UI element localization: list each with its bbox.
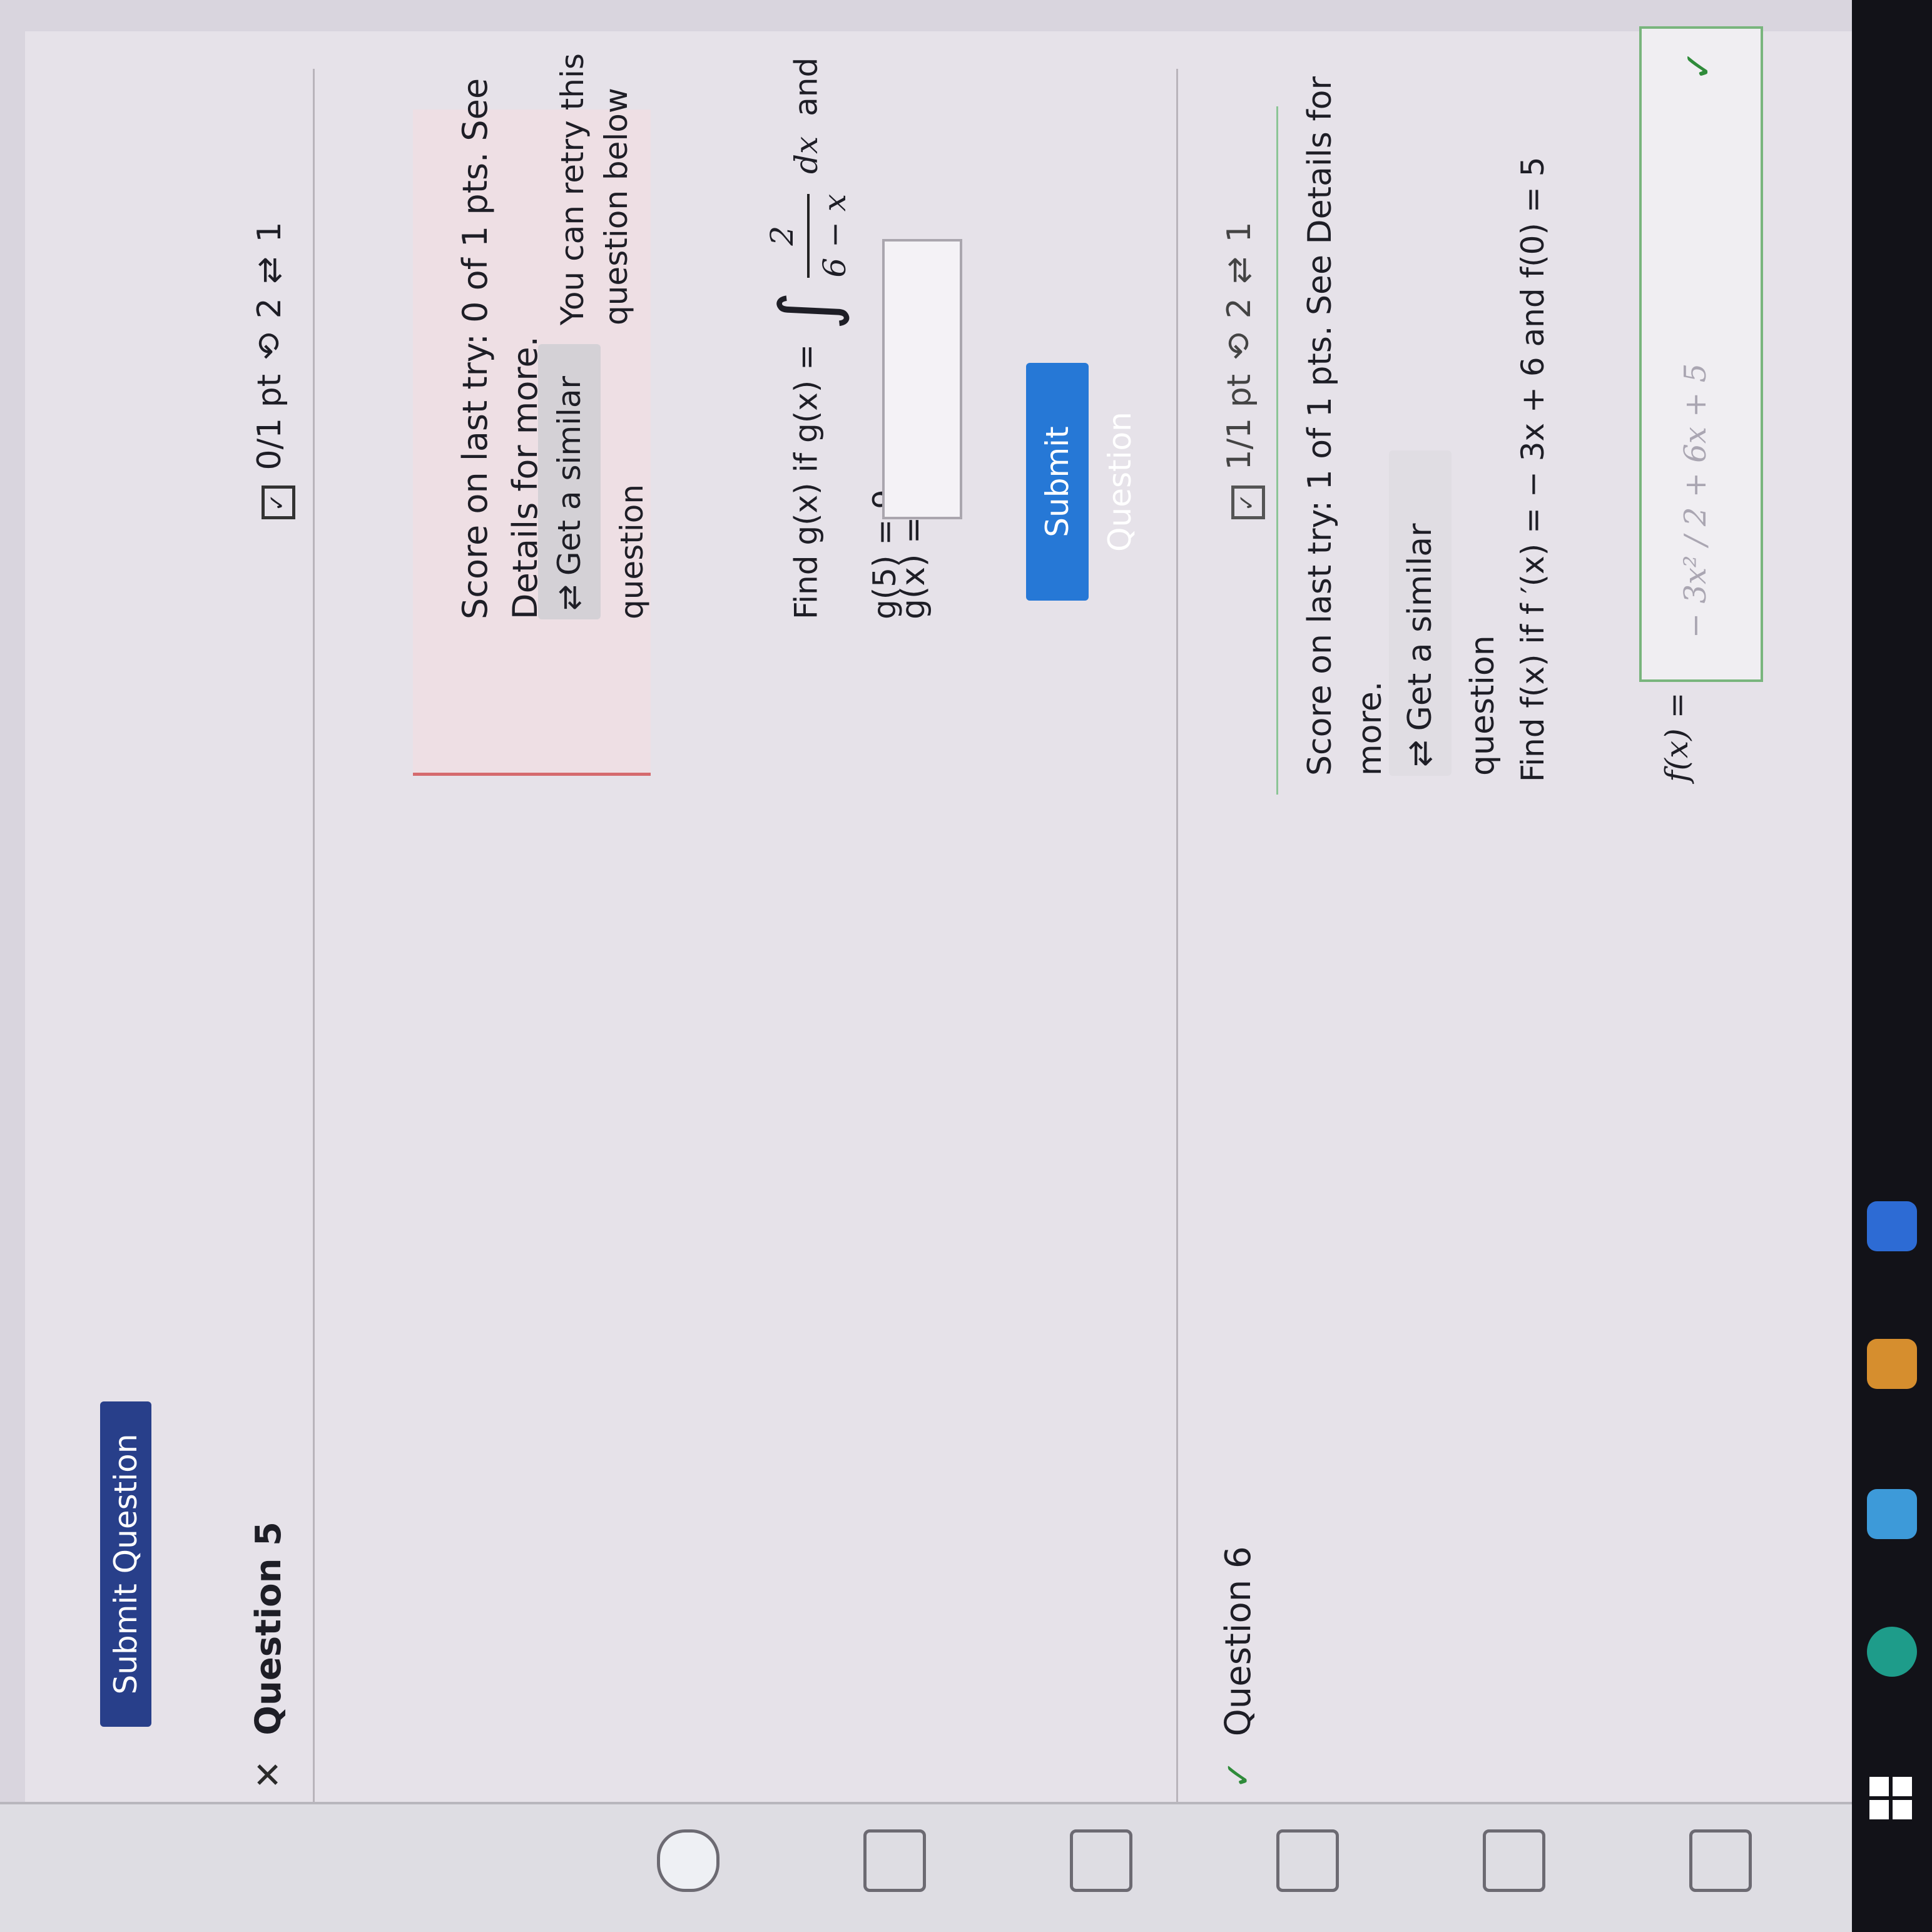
edit-icon[interactable] [1689, 1829, 1752, 1892]
question6-answer-label: f(x) = [1659, 692, 1695, 782]
question6-retries: 2 [1221, 298, 1258, 319]
divider [1176, 69, 1178, 1883]
similar-icon: ⇄ [1401, 740, 1439, 767]
question6-similar-label: Get a similar question [1401, 523, 1502, 776]
taskbar [1852, 0, 1932, 1932]
integral-sign: ∫ [765, 291, 852, 330]
calendar-icon[interactable] [863, 1829, 926, 1892]
check-box-icon: ✓ [262, 486, 295, 519]
question6-header: ✓ Question 6 ✓ 1/1 pt ⟲ 2 ⇄ 1 [1214, 38, 1265, 1789]
dx-label: dx [788, 136, 825, 174]
fraction-numerator: 2 [764, 225, 800, 246]
submit-question-button[interactable]: Submit Question [1026, 363, 1138, 601]
submit-question-button-top[interactable]: Submit Question [100, 1401, 151, 1727]
monitor-screen: Submit Question × ✕ Question 5 ✓ 0/1 pt … [0, 0, 1932, 1932]
question6-similar-count: 1 [1221, 221, 1258, 243]
question5-retries: 2 [251, 298, 288, 319]
divider [313, 69, 315, 1883]
retry-icon: ⟲ [1221, 332, 1258, 360]
similar-icon: ⇄ [251, 257, 288, 284]
document-icon[interactable] [1483, 1829, 1545, 1892]
question6-answer-value: − 3x² / 2 + 6x + 5 [1678, 363, 1713, 638]
retry-icon: ⟲ [251, 332, 288, 360]
fraction-denominator: 6 − x [807, 193, 860, 278]
correct-check-icon: ✓ [1218, 1760, 1259, 1789]
correct-divider [1276, 106, 1278, 795]
similar-icon: ⇄ [551, 584, 587, 611]
answer-label: g(x) = [895, 516, 932, 619]
answer-input[interactable] [882, 239, 962, 519]
get-similar-question-button[interactable]: ⇄Get a similar question [538, 344, 650, 619]
retry-note: You can retry this question below [554, 53, 634, 325]
problem-prefix: Find g(x) if g(x) = [788, 343, 825, 619]
question6-similar-button[interactable]: ⇄Get a similar question [1389, 450, 1502, 776]
question5-points: 0/1 pt [251, 374, 288, 470]
similar-icon: ⇄ [1221, 257, 1258, 284]
start-icon[interactable] [1869, 1777, 1913, 1821]
fraction: 2 6 − x [757, 193, 860, 278]
question5-title[interactable]: Question 5 [248, 1522, 289, 1736]
question6-score-pill: ✓ 1/1 pt ⟲ 2 ⇄ 1 [1218, 221, 1265, 519]
app-sidebar [0, 1802, 1932, 1932]
answer-correct-icon: ✓ [1677, 49, 1721, 81]
question6-points: 1/1 pt [1221, 374, 1258, 470]
alert-text: Score on last try: 0 of 1 pts. See Detai… [455, 78, 545, 619]
incorrect-icon: ✕ [248, 1760, 289, 1789]
question6-title[interactable]: Question 6 [1218, 1546, 1259, 1736]
chrome-icon[interactable] [1867, 1627, 1917, 1677]
file-explorer-icon[interactable] [1867, 1339, 1917, 1389]
check-box-icon: ✓ [1231, 486, 1265, 519]
assignment-page: Submit Question × ✕ Question 5 ✓ 0/1 pt … [25, 26, 1852, 1883]
home-icon[interactable] [657, 1829, 719, 1892]
store-icon[interactable] [1867, 1489, 1917, 1539]
question5-similar-count: 1 [251, 221, 288, 243]
question6-problem: Find f(x) if f ′(x) = − 3x + 6 and f(0) … [1515, 156, 1551, 782]
question5-score-pill: ✓ 0/1 pt ⟲ 2 ⇄ 1 [248, 221, 295, 519]
question6-score-text: Score on last try: 1 of 1 pts. See Detai… [1301, 76, 1389, 776]
inbox-icon[interactable] [1276, 1829, 1339, 1892]
question5-header: ✕ Question 5 ✓ 0/1 pt ⟲ 2 ⇄ 1 [244, 38, 295, 1789]
grades-icon[interactable] [1070, 1829, 1132, 1892]
edge-icon[interactable] [1867, 1201, 1917, 1251]
